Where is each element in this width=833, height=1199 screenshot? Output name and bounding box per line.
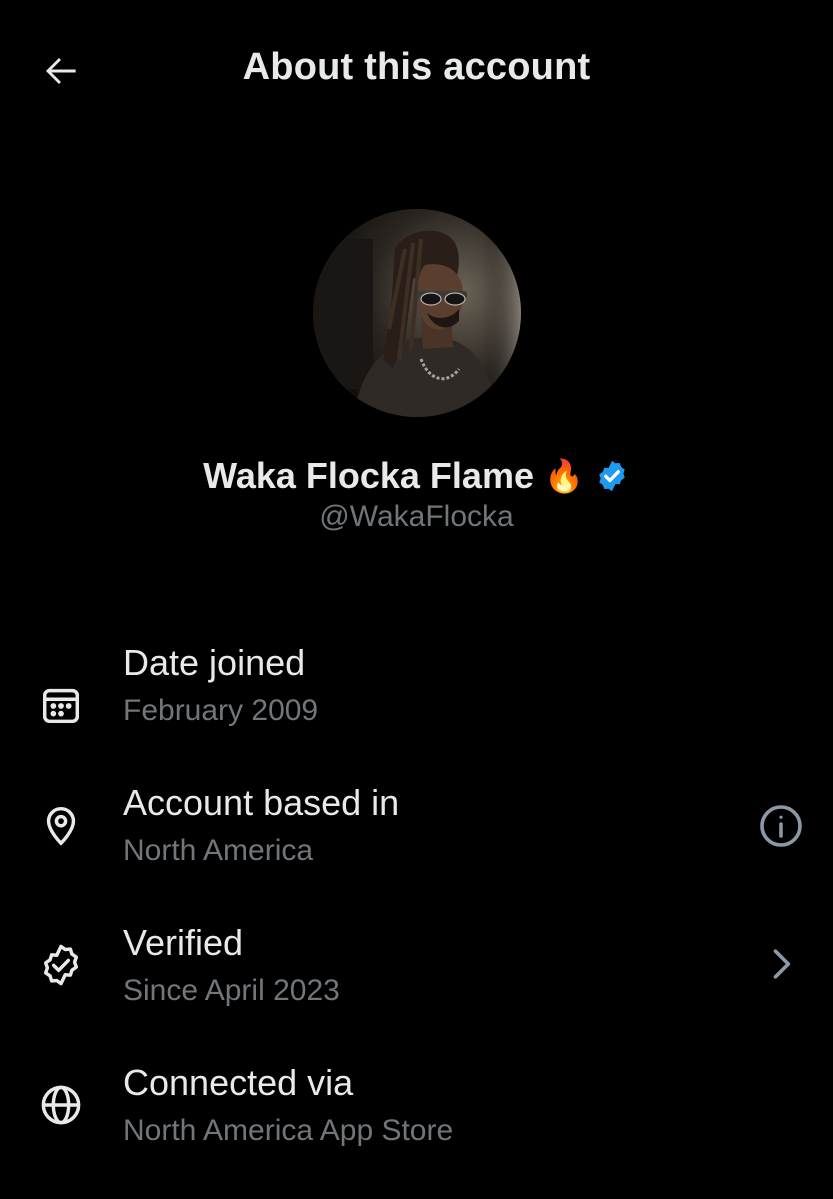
info-icon <box>760 805 802 847</box>
avatar <box>313 209 521 417</box>
verified-row[interactable]: Verified Since April 2023 <box>0 920 833 1040</box>
handle: @WakaFlocka <box>319 500 514 533</box>
account-based-in-title: Account based in <box>123 782 400 823</box>
account-based-in-row: Account based in North America <box>0 780 833 900</box>
location-pin-icon <box>36 800 86 850</box>
connected-via-row: Connected via North America App Store <box>0 1060 833 1180</box>
top-bar: About this account <box>0 0 833 140</box>
page-title: About this account <box>242 46 591 88</box>
display-name: Waka Flocka Flame <box>203 455 534 496</box>
verified-value: Since April 2023 <box>123 974 340 1007</box>
verified-title: Verified <box>123 922 244 963</box>
connected-via-value: North America App Store <box>123 1114 454 1147</box>
about-account-screen: About this account Waka Flocka Flame 🔥 @… <box>0 0 833 1199</box>
verified-badge-icon <box>599 460 625 492</box>
date-joined-value: February 2009 <box>123 694 319 727</box>
date-joined-row: Date joined February 2009 <box>0 640 833 760</box>
date-joined-title: Date joined <box>123 642 306 683</box>
account-based-in-value: North America <box>123 834 314 867</box>
info-button[interactable] <box>753 798 809 854</box>
connected-via-title: Connected via <box>123 1062 354 1103</box>
calendar-icon <box>36 680 86 730</box>
fire-emoji: 🔥 <box>543 458 584 494</box>
chevron-right-button[interactable] <box>753 936 809 992</box>
chevron-right-icon <box>773 949 791 979</box>
globe-icon <box>36 1080 86 1130</box>
profile-name-row: Waka Flocka Flame 🔥 <box>0 452 833 500</box>
verified-badge-outline-icon <box>36 940 86 990</box>
